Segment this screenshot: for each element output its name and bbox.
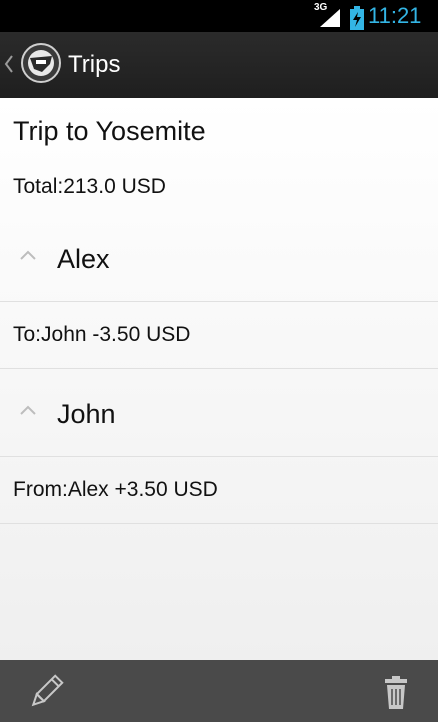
balance-text: From:Alex +3.50 USD <box>13 478 218 501</box>
chevron-up-icon <box>20 405 36 415</box>
trash-icon <box>385 676 407 709</box>
action-bar: Trips <box>0 32 438 99</box>
chevron-left-icon <box>4 55 13 73</box>
person-header-john[interactable]: John <box>0 383 438 449</box>
person-name: John <box>57 399 116 429</box>
app-logo-icon <box>21 43 61 83</box>
home-up-button[interactable] <box>0 32 64 98</box>
balance-item[interactable]: From:Alex +3.50 USD <box>0 457 438 523</box>
balance-item[interactable]: To:John -3.50 USD <box>0 302 438 368</box>
battery-charging-icon <box>350 6 364 30</box>
delete-button[interactable] <box>374 670 418 714</box>
page-title: Trips <box>68 51 121 78</box>
edit-button[interactable] <box>24 670 68 714</box>
status-bar: 3G 11:21 <box>0 0 438 32</box>
person-name: Alex <box>57 244 110 274</box>
pencil-icon <box>31 674 64 707</box>
divider <box>0 368 438 369</box>
trip-detail: Trip to Yosemite Total:213.0 USD Alex To… <box>0 98 438 660</box>
bottom-action-bar <box>0 660 438 722</box>
balance-text: To:John -3.50 USD <box>13 323 191 346</box>
trip-total: Total:213.0 USD <box>13 175 166 198</box>
divider <box>0 523 438 524</box>
chevron-up-icon <box>20 250 36 260</box>
signal-icon <box>320 9 340 27</box>
person-header-alex[interactable]: Alex <box>0 228 438 294</box>
clock: 11:21 <box>368 3 422 28</box>
trip-name: Trip to Yosemite <box>13 116 206 146</box>
